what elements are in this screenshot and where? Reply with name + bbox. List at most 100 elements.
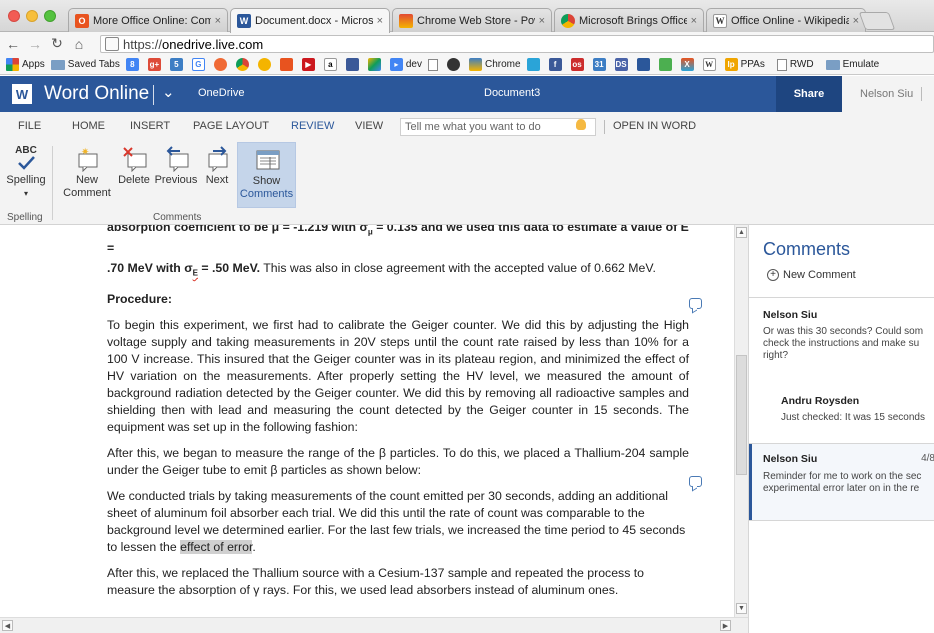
- scrollbar-thumb[interactable]: [736, 355, 747, 475]
- document-canvas[interactable]: absorption coefficient to be μ = -1.219 …: [0, 225, 734, 617]
- maximize-window-button[interactable]: [44, 10, 56, 22]
- document-vertical-scrollbar[interactable]: ▲ ▼: [734, 225, 748, 617]
- paragraph-gamma[interactable]: After this, we replaced the Thallium sou…: [107, 565, 689, 599]
- spelling-button[interactable]: ABC Spelling ▾: [4, 142, 48, 208]
- new-tab-button[interactable]: [858, 12, 896, 30]
- close-tab-icon[interactable]: ×: [539, 15, 545, 27]
- close-tab-icon[interactable]: ×: [691, 15, 697, 27]
- spelling-check-icon: ABC: [14, 146, 38, 170]
- bookmark-icon-5[interactable]: [213, 58, 230, 71]
- bookmark-chrome[interactable]: Chrome: [469, 58, 521, 71]
- reload-icon[interactable]: ↻: [48, 35, 66, 52]
- document-horizontal-scrollbar[interactable]: ◀ ▶: [0, 617, 748, 633]
- user-account[interactable]: Nelson Siu: [842, 76, 934, 112]
- paragraph-results-1[interactable]: absorption coefficient to be μ = -1.219 …: [107, 225, 689, 257]
- tab-home[interactable]: HOME: [72, 120, 105, 132]
- comment-card-active[interactable]: Nelson Siu 4/8 Reminder for me to work o…: [749, 444, 934, 520]
- document-page[interactable]: absorption coefficient to be μ = -1.219 …: [107, 225, 689, 608]
- home-icon[interactable]: ⌂: [70, 36, 88, 52]
- comment-reply-card[interactable]: Andru Roysden Just checked: It was 15 se…: [749, 395, 934, 424]
- commented-text[interactable]: effect of error: [180, 539, 253, 554]
- scroll-left-icon[interactable]: ◀: [2, 620, 13, 631]
- tell-me-input[interactable]: Tell me what you want to do: [400, 118, 596, 136]
- bookmark-icon-8[interactable]: [279, 58, 296, 71]
- bookmarks-bar: Apps Saved Tabs 8 g+ 5 G ▶ a ▸ dev Chrom…: [0, 55, 934, 75]
- browser-tab-document[interactable]: W Document.docx - Microsof ×: [230, 8, 390, 33]
- browser-tab-office[interactable]: O More Office Online: Comm ×: [68, 8, 228, 32]
- bookmark-icon-6[interactable]: [235, 58, 252, 71]
- close-window-button[interactable]: [8, 10, 20, 22]
- close-tab-icon[interactable]: ×: [853, 15, 859, 27]
- bookmark-icon-17[interactable]: os: [570, 58, 587, 71]
- chrome-icon: [235, 58, 249, 71]
- delete-comment-button[interactable]: Delete: [116, 142, 152, 208]
- bookmark-icon-11[interactable]: [345, 58, 362, 71]
- bookmark-icon-19[interactable]: DS: [614, 58, 631, 71]
- browser-tab-wikipedia[interactable]: W Office Online - Wikipedia, ×: [706, 8, 866, 32]
- tab-review[interactable]: REVIEW: [291, 120, 334, 132]
- next-comment-button[interactable]: Next: [202, 142, 232, 208]
- bookmark-icon-1[interactable]: 8: [125, 58, 142, 71]
- paragraph-trials[interactable]: We conducted trials by taking measuremen…: [107, 488, 689, 556]
- paragraph-results-2[interactable]: .70 MeV with σE = .50 MeV. This was also…: [107, 260, 689, 281]
- paragraph-beta-range[interactable]: After this, we began to measure the rang…: [107, 445, 689, 479]
- tab-view[interactable]: VIEW: [355, 120, 383, 132]
- bookmark-icon-9[interactable]: ▶: [301, 58, 318, 71]
- previous-comment-icon: [164, 146, 189, 173]
- bookmark-icon-12[interactable]: [367, 58, 384, 71]
- bookmark-saved-tabs[interactable]: Saved Tabs: [50, 59, 120, 70]
- procedure-heading[interactable]: Procedure:: [107, 291, 689, 308]
- bookmark-icon-22[interactable]: X: [680, 58, 697, 71]
- tab-page-layout[interactable]: PAGE LAYOUT: [193, 120, 269, 132]
- tab-title: Office Online - Wikipedia,: [731, 14, 849, 27]
- app-name[interactable]: Word Online: [44, 83, 149, 105]
- word-logo-icon[interactable]: W: [12, 84, 32, 104]
- browser-tab-webstore[interactable]: Chrome Web Store - Powe ×: [392, 8, 552, 32]
- bookmark-icon-10[interactable]: a: [323, 58, 340, 71]
- bookmark-icon-20[interactable]: [636, 58, 653, 71]
- share-button[interactable]: Share: [776, 76, 842, 112]
- onedrive-link[interactable]: OneDrive: [198, 87, 244, 99]
- bookmark-label: PPAs: [740, 59, 765, 70]
- bookmark-icon-3[interactable]: 5: [169, 58, 186, 71]
- comment-marker-icon[interactable]: [689, 476, 702, 487]
- bookmark-ppas[interactable]: lp PPAs: [724, 58, 765, 71]
- bookmark-emulate[interactable]: Emulate: [825, 59, 879, 70]
- document-title[interactable]: Document3: [484, 87, 540, 99]
- paragraph-calibration[interactable]: To begin this experiment, we first had t…: [107, 317, 689, 436]
- minimize-window-button[interactable]: [26, 10, 38, 22]
- show-comments-button[interactable]: Show Comments: [237, 142, 296, 208]
- comment-marker-icon[interactable]: [689, 298, 702, 309]
- bookmark-icon-2[interactable]: g+: [147, 58, 164, 71]
- scroll-right-icon[interactable]: ▶: [720, 620, 731, 631]
- tab-file[interactable]: FILE: [18, 120, 41, 132]
- browser-tab-news[interactable]: Microsoft Brings Office On ×: [554, 8, 704, 32]
- bookmark-icon-21[interactable]: [658, 58, 675, 71]
- new-comment-button[interactable]: ✷ New Comment: [62, 142, 112, 208]
- scroll-down-icon[interactable]: ▼: [736, 603, 747, 614]
- bookmark-icon-7[interactable]: [257, 58, 274, 71]
- new-comment-link[interactable]: + New Comment: [767, 269, 856, 281]
- previous-comment-button[interactable]: Previous: [153, 142, 199, 208]
- bookmark-icon-23[interactable]: W: [702, 58, 719, 71]
- url-text[interactable]: https://onedrive.live.com: [123, 37, 263, 52]
- bookmark-apps[interactable]: Apps: [6, 58, 45, 71]
- bookmark-icon-15[interactable]: [526, 58, 543, 71]
- bookmark-rwd[interactable]: RWD: [776, 58, 814, 71]
- close-tab-icon[interactable]: ×: [215, 15, 221, 27]
- open-in-word-button[interactable]: OPEN IN WORD: [613, 120, 696, 132]
- chevron-down-icon[interactable]: ⌄: [162, 83, 175, 101]
- bookmark-icon-4[interactable]: G: [191, 58, 208, 71]
- scroll-up-icon[interactable]: ▲: [736, 227, 747, 238]
- bookmark-dev[interactable]: ▸ dev: [389, 58, 422, 71]
- close-tab-icon[interactable]: ×: [377, 15, 383, 27]
- back-arrow-icon[interactable]: ←: [4, 36, 22, 52]
- comment-card[interactable]: Nelson Siu Or was this 30 seconds? Could…: [749, 309, 934, 362]
- tab-insert[interactable]: INSERT: [130, 120, 170, 132]
- bookmark-icon-18[interactable]: 31: [592, 58, 609, 71]
- bookmark-icon-16[interactable]: f: [548, 58, 565, 71]
- address-bar[interactable]: https://onedrive.live.com: [100, 35, 934, 53]
- bookmark-icon-14[interactable]: [447, 58, 463, 71]
- forward-arrow-icon[interactable]: →: [26, 36, 44, 52]
- bookmark-icon-13[interactable]: [428, 58, 441, 71]
